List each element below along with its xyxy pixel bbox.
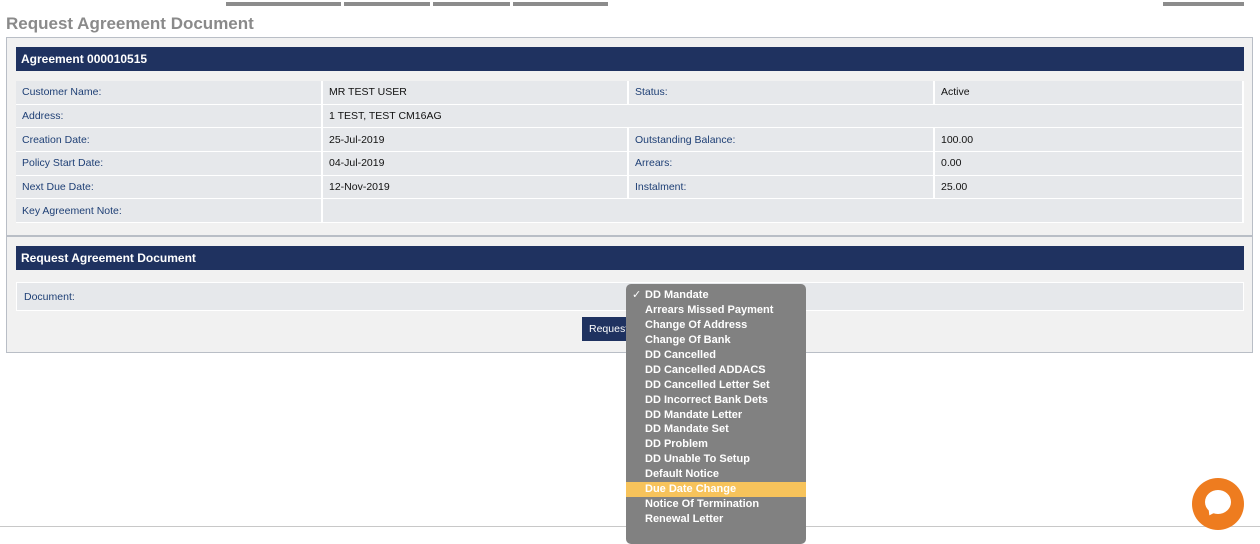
table-row: Creation Date: 25-Jul-2019 Outstanding B… [16, 128, 1244, 153]
page-title: Request Agreement Document [6, 14, 254, 33]
outstanding-balance-value: 100.00 [935, 128, 1244, 153]
dropdown-option-label: DD Incorrect Bank Dets [645, 393, 768, 406]
dropdown-option-label: Notice Of Termination [645, 498, 760, 511]
policy-start-date-value: 04-Jul-2019 [323, 152, 629, 176]
dropdown-option[interactable]: DD Mandate Letter [626, 408, 806, 423]
dropdown-option-label: DD Unable To Setup [645, 453, 750, 466]
instalment-value: 25.00 [935, 175, 1244, 200]
outstanding-balance-label: Outstanding Balance: [629, 128, 935, 153]
address-value: 1 TEST, TEST CM16AG [323, 104, 1244, 129]
table-row: Address: 1 TEST, TEST CM16AG [16, 104, 1244, 129]
key-agreement-note-value [323, 199, 1244, 224]
dropdown-option-label: DD Cancelled Letter Set [645, 378, 770, 391]
dropdown-option[interactable]: Renewal Letter [626, 512, 806, 527]
table-row: Customer Name: MR TEST USER Status: Acti… [16, 81, 1244, 105]
dropdown-option-label: DD Mandate Set [645, 423, 729, 436]
agreement-header: Agreement 000010515 [16, 47, 1244, 71]
dropdown-option[interactable]: DD Problem [626, 437, 806, 452]
nav-tab-2[interactable] [344, 2, 430, 6]
document-select-dropdown[interactable]: ✓ DD Mandate Arrears Missed Payment Change … [626, 284, 806, 544]
dropdown-option-label: DD Mandate Letter [645, 408, 743, 421]
creation-date-label: Creation Date: [16, 128, 323, 153]
arrears-value: 0.00 [935, 152, 1244, 176]
dropdown-option[interactable]: DD Cancelled Letter Set [626, 378, 806, 393]
dropdown-option-label: DD Cancelled ADDACS [645, 363, 766, 376]
check-icon: ✓ [632, 289, 642, 301]
dropdown-option-label: Change Of Bank [645, 333, 731, 346]
dropdown-option-label: Renewal Letter [645, 513, 724, 526]
dropdown-option[interactable]: DD Cancelled [626, 348, 806, 363]
nav-tab-4[interactable] [513, 2, 608, 6]
dropdown-option[interactable]: Arrears Missed Payment [626, 303, 806, 318]
dropdown-option-label: Default Notice [645, 468, 719, 481]
next-due-date-value: 12-Nov-2019 [323, 175, 629, 200]
next-due-date-label: Next Due Date: [16, 175, 323, 200]
nav-tab-3[interactable] [433, 2, 510, 6]
creation-date-value: 25-Jul-2019 [323, 128, 629, 153]
status-label: Status: [629, 81, 935, 105]
dropdown-option[interactable]: Notice Of Termination [626, 497, 806, 512]
dropdown-option[interactable]: Due Date Change [626, 482, 806, 498]
agreement-panel: Agreement 000010515 Customer Name: MR TE… [6, 37, 1253, 236]
dropdown-option-label: DD Mandate [645, 289, 709, 301]
policy-start-date-label: Policy Start Date: [16, 152, 323, 176]
dropdown-option[interactable]: ✓ DD Mandate [626, 288, 806, 303]
table-row: Policy Start Date: 04-Jul-2019 Arrears: … [16, 152, 1244, 176]
dropdown-option-label: DD Problem [645, 438, 708, 451]
dropdown-option-label: Due Date Change [645, 483, 737, 496]
dropdown-option[interactable]: Default Notice [626, 467, 806, 482]
address-label: Address: [16, 104, 323, 129]
dropdown-option-label: DD Cancelled [645, 348, 716, 361]
dropdown-option[interactable]: DD Incorrect Bank Dets [626, 393, 806, 408]
table-row: Next Due Date: 12-Nov-2019 Instalment: 2… [16, 175, 1244, 200]
nav-tab-1[interactable] [226, 2, 341, 6]
agreement-details-table: Customer Name: MR TEST USER Status: Acti… [16, 81, 1244, 224]
dropdown-option-label: Change Of Address [645, 318, 748, 331]
dropdown-option[interactable]: DD Unable To Setup [626, 452, 806, 467]
key-agreement-note-label: Key Agreement Note: [16, 199, 323, 224]
customer-name-label: Customer Name: [16, 81, 323, 105]
dropdown-option-label: Arrears Missed Payment [645, 303, 774, 316]
dropdown-option[interactable]: DD Cancelled ADDACS [626, 363, 806, 378]
arrears-label: Arrears: [629, 152, 935, 176]
table-row: Key Agreement Note: [16, 199, 1244, 224]
dropdown-option[interactable]: Change Of Bank [626, 333, 806, 348]
customer-name-value: MR TEST USER [323, 81, 629, 105]
request-button[interactable]: Request [582, 317, 628, 341]
instalment-label: Instalment: [629, 175, 935, 200]
request-document-header: Request Agreement Document [16, 246, 1244, 270]
dropdown-option[interactable]: DD Mandate Set [626, 422, 806, 437]
nav-tab-5[interactable] [1163, 2, 1244, 6]
document-label: Document: [24, 291, 75, 303]
dropdown-option[interactable]: Change Of Address [626, 318, 806, 333]
status-value: Active [935, 81, 1244, 105]
chat-button[interactable] [1192, 478, 1244, 530]
